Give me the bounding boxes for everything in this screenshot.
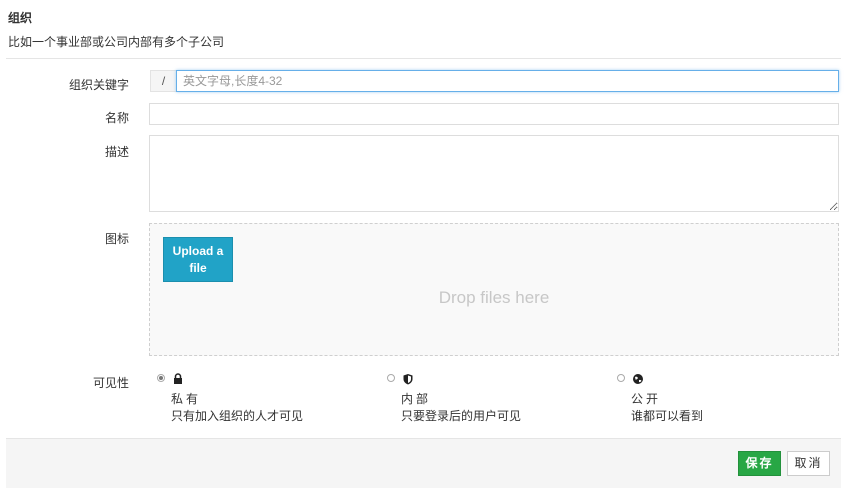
page-subtitle: 比如一个事业部或公司内部有多个子公司: [8, 35, 225, 49]
key-prefix: /: [150, 70, 176, 92]
drop-text: Drop files here: [438, 288, 550, 307]
page-title: 组织: [8, 11, 33, 25]
globe-icon: [633, 374, 643, 384]
name-label: 名称: [104, 111, 129, 125]
name-input[interactable]: [149, 103, 839, 125]
radio-private[interactable]: [157, 374, 165, 382]
key-input[interactable]: [176, 70, 839, 92]
upload-button[interactable]: Upload a file: [163, 237, 233, 282]
cancel-button[interactable]: 取消: [787, 451, 830, 476]
lock-icon: [174, 373, 182, 384]
visibility-name: 公开: [631, 392, 662, 406]
visibility-desc: 谁都可以看到: [631, 409, 704, 423]
desc-textarea[interactable]: [149, 135, 839, 212]
shield-icon: [403, 374, 413, 385]
file-dropzone[interactable]: Upload a file Drop files here: [149, 223, 839, 356]
header-divider: [6, 58, 841, 59]
save-button[interactable]: 保存: [738, 451, 781, 476]
icon-label: 图标: [104, 232, 129, 246]
key-label: 组织关键字: [68, 78, 129, 92]
visibility-label: 可见性: [92, 376, 129, 390]
desc-label: 描述: [104, 145, 129, 159]
visibility-name: 内部: [401, 392, 432, 406]
visibility-desc: 只有加入组织的人才可见: [171, 409, 304, 423]
visibility-desc: 只要登录后的用户可见: [401, 409, 522, 423]
visibility-name: 私有: [171, 392, 202, 406]
radio-internal[interactable]: [387, 374, 395, 382]
form-footer: 保存 取消: [6, 438, 841, 488]
radio-public[interactable]: [617, 374, 625, 382]
